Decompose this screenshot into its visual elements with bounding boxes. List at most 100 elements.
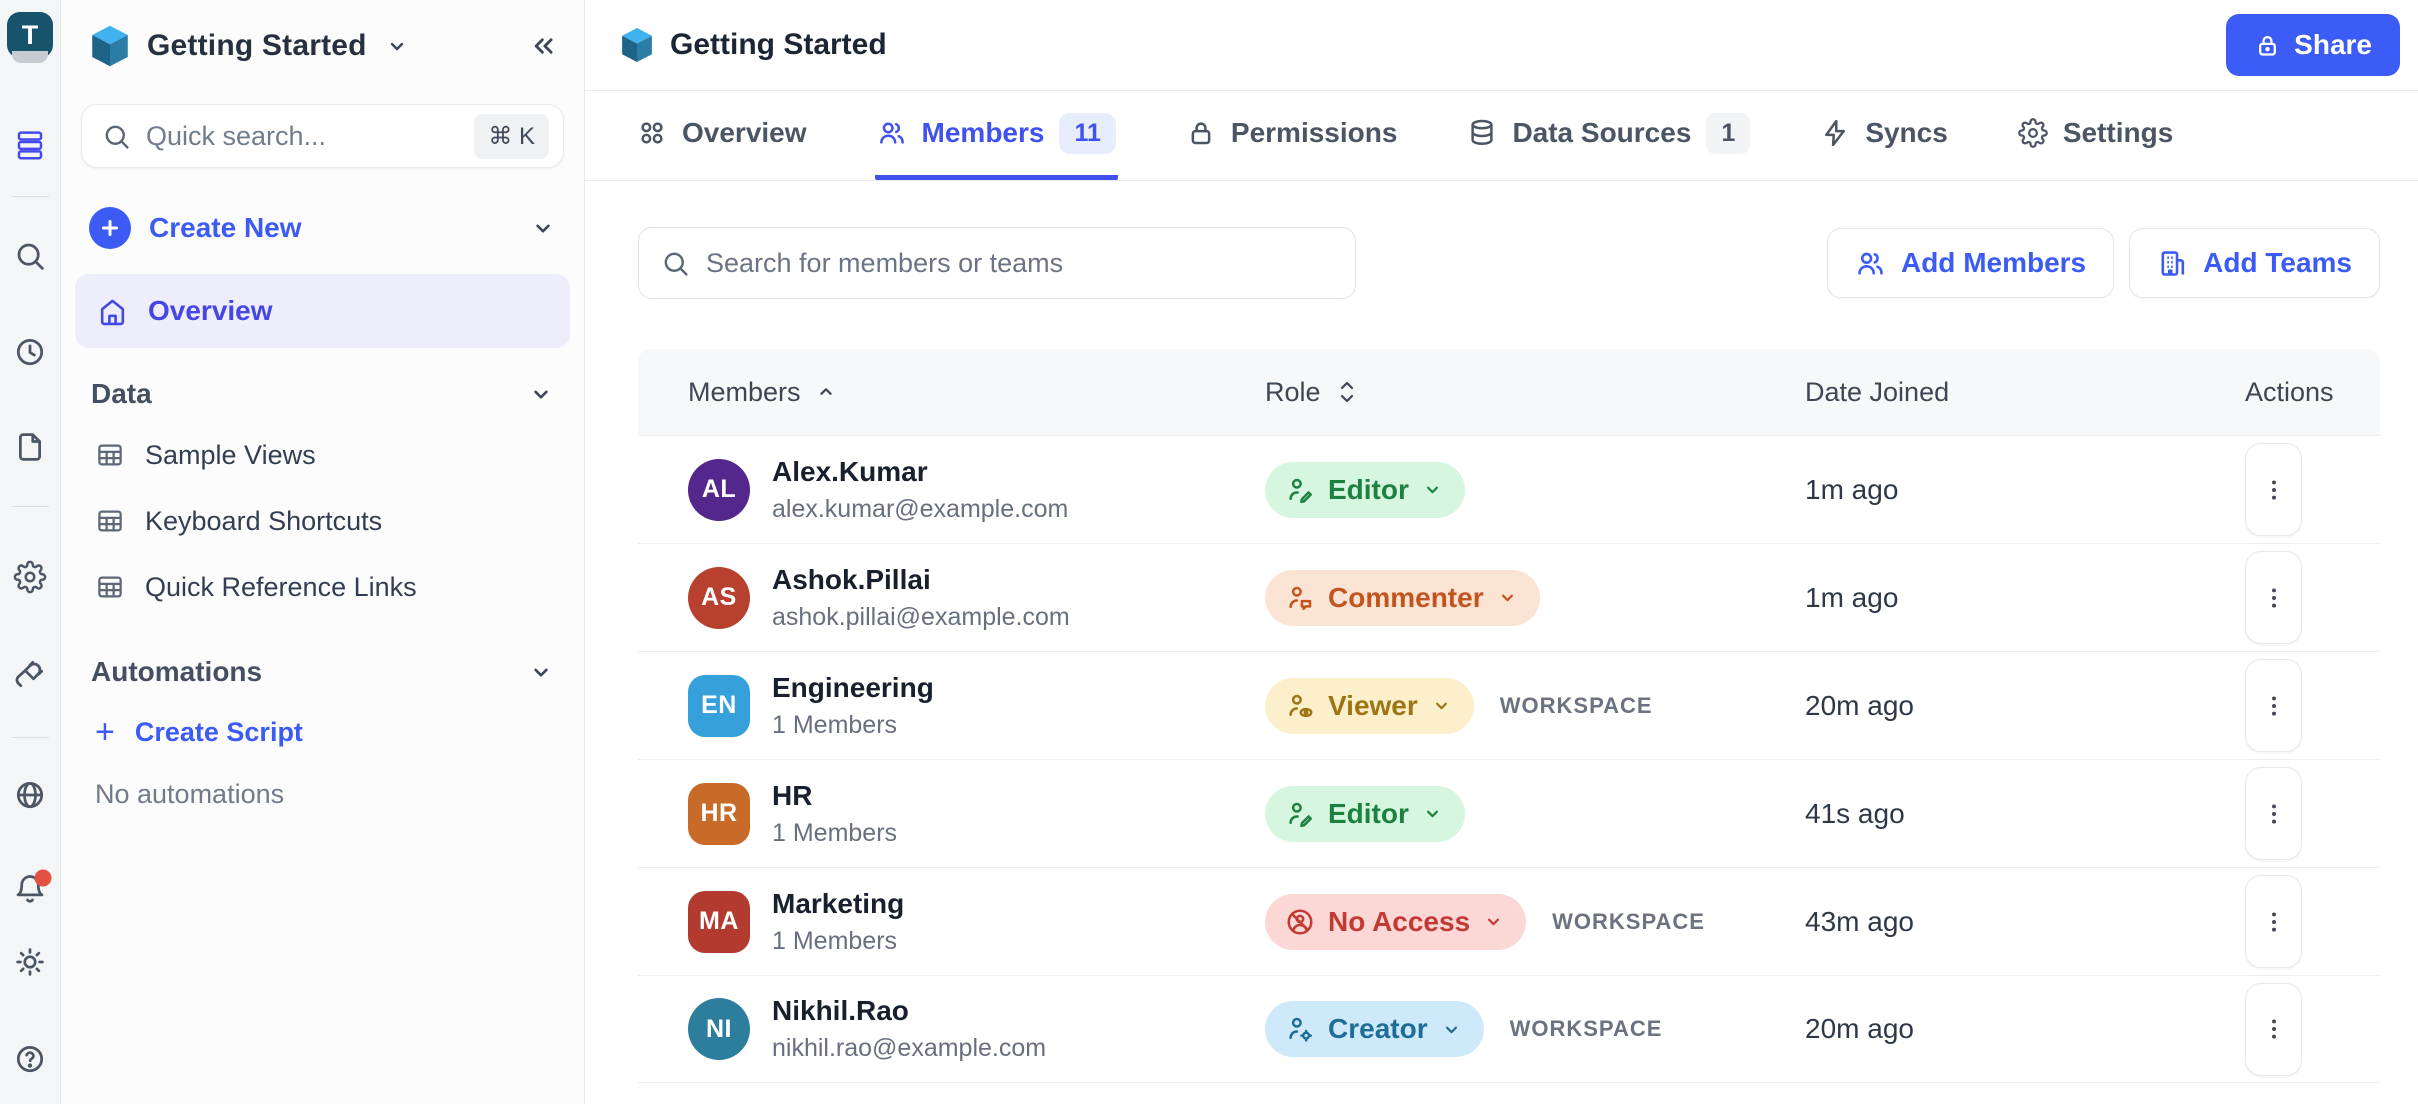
plus-circle-icon bbox=[89, 207, 131, 249]
row-actions-button[interactable] bbox=[2245, 875, 2302, 968]
sidebar-item-overview[interactable]: Overview bbox=[75, 274, 570, 348]
member-email: nikhil.rao@example.com bbox=[772, 1034, 1047, 1062]
help-icon[interactable] bbox=[14, 1043, 47, 1076]
team-member-count: 1 Members bbox=[772, 710, 898, 739]
role-dropdown[interactable]: No Access bbox=[1265, 893, 1527, 950]
collapse-sidebar-icon[interactable] bbox=[528, 31, 558, 61]
table-row: AS Ashok.Pillai ashok.pillai@example.com… bbox=[638, 543, 2380, 651]
plus-icon: + bbox=[95, 713, 115, 751]
icon-rail: T bbox=[0, 0, 61, 1104]
chevron-down-icon bbox=[1426, 810, 1438, 818]
tab-settings[interactable]: Settings bbox=[2016, 91, 2175, 180]
quick-search-field[interactable] bbox=[146, 120, 460, 152]
document-icon[interactable] bbox=[14, 431, 47, 464]
create-script-button[interactable]: + Create Script bbox=[61, 700, 584, 764]
row-actions-button[interactable] bbox=[2245, 982, 2302, 1076]
gear-icon bbox=[2017, 118, 2048, 148]
role-dropdown[interactable]: Editor bbox=[1265, 461, 1465, 518]
clock-icon[interactable] bbox=[14, 336, 47, 369]
tab-bar: Overview Members 11 Permissions Data Sou… bbox=[585, 91, 2418, 181]
tab-syncs[interactable]: Syncs bbox=[1818, 91, 1950, 180]
workspace-name: Getting Started bbox=[147, 29, 367, 62]
plug-icon[interactable] bbox=[14, 658, 47, 691]
workspace-cube-icon bbox=[92, 25, 128, 67]
sidebar: Getting Started ⌘ K Create New Overv bbox=[61, 0, 585, 1104]
kebab-icon bbox=[2271, 479, 2276, 500]
chevron-down-icon bbox=[1426, 486, 1438, 494]
column-label: Actions bbox=[2245, 376, 2334, 407]
tab-members[interactable]: Members 11 bbox=[874, 91, 1118, 180]
share-button[interactable]: Share bbox=[2226, 14, 2400, 76]
role-editor-icon bbox=[1289, 478, 1312, 503]
avatar: HR bbox=[688, 782, 750, 845]
column-header-actions: Actions bbox=[2245, 377, 2356, 408]
role-dropdown[interactable]: Editor bbox=[1265, 785, 1465, 842]
sidebar-section-automations[interactable]: Automations bbox=[61, 644, 584, 700]
notification-bell-icon[interactable] bbox=[14, 869, 52, 907]
tab-overview[interactable]: Overview bbox=[635, 91, 809, 180]
sun-icon[interactable] bbox=[14, 946, 47, 979]
row-actions-button[interactable] bbox=[2245, 767, 2302, 860]
column-header-role[interactable]: Role bbox=[1265, 377, 1805, 408]
members-toolbar: Add Members Add Teams bbox=[638, 227, 2380, 299]
add-teams-button[interactable]: Add Teams bbox=[2129, 228, 2380, 298]
quick-search-input[interactable]: ⌘ K bbox=[81, 104, 564, 168]
table-header: Members Role Date Joined Actions bbox=[638, 349, 2380, 435]
sidebar-section-data[interactable]: Data bbox=[61, 366, 584, 422]
date-joined: 1m ago bbox=[1805, 473, 1899, 505]
tab-permissions[interactable]: Permissions bbox=[1184, 91, 1400, 180]
avatar: NI bbox=[688, 998, 750, 1060]
row-actions-button[interactable] bbox=[2245, 659, 2302, 752]
add-members-button[interactable]: Add Members bbox=[1826, 228, 2115, 298]
role-dropdown[interactable]: Creator bbox=[1265, 1001, 1484, 1057]
sidebar-item-keyboard-shortcuts[interactable]: Keyboard Shortcuts bbox=[61, 488, 584, 554]
kebab-icon bbox=[2271, 587, 2276, 608]
team-name: HR bbox=[772, 779, 813, 811]
member-search-field[interactable] bbox=[706, 247, 1335, 279]
tab-label: Settings bbox=[2062, 117, 2174, 148]
tab-label: Permissions bbox=[1230, 117, 1398, 148]
sidebar-item-label: Keyboard Shortcuts bbox=[145, 505, 383, 536]
sidebar-item-quick-reference-links[interactable]: Quick Reference Links bbox=[61, 554, 584, 620]
column-header-date-joined: Date Joined bbox=[1805, 377, 2245, 408]
tab-data-sources[interactable]: Data Sources 1 bbox=[1465, 91, 1752, 180]
role-dropdown[interactable]: Viewer bbox=[1265, 677, 1474, 734]
row-actions-button[interactable] bbox=[2245, 443, 2302, 536]
create-new-label: Create New bbox=[149, 212, 302, 243]
users-icon bbox=[879, 122, 904, 144]
database-icon bbox=[1471, 119, 1494, 146]
sidebar-item-label: Overview bbox=[148, 295, 273, 326]
grid-dots-icon bbox=[641, 122, 663, 144]
member-email: alex.kumar@example.com bbox=[772, 494, 1069, 523]
role-label: Viewer bbox=[1328, 689, 1418, 721]
app-window: T Getting Started Quick search... ⌘ K Cr… bbox=[0, 0, 2418, 1104]
role-dropdown[interactable]: Commenter bbox=[1265, 569, 1540, 626]
date-joined: 20m ago bbox=[1805, 1013, 1914, 1044]
sidebar-item-sample-views[interactable]: Sample Views bbox=[61, 422, 584, 488]
role-label: No Access bbox=[1328, 905, 1471, 937]
rail-divider bbox=[12, 737, 49, 738]
app-logo[interactable]: T bbox=[7, 12, 53, 63]
globe-icon[interactable] bbox=[14, 779, 47, 812]
workspace-badge: WORKSPACE bbox=[1499, 692, 1653, 718]
members-table: Members Role Date Joined Actions AL Alex… bbox=[638, 349, 2380, 1083]
workspace-switcher[interactable]: Getting Started bbox=[61, 0, 584, 92]
role-label: Commenter bbox=[1328, 581, 1484, 613]
chevron-down-icon bbox=[528, 659, 554, 685]
page-title: Getting Started bbox=[670, 28, 887, 61]
create-new-button[interactable]: Create New bbox=[61, 196, 584, 260]
date-joined: 41s ago bbox=[1805, 797, 1905, 829]
table-row: AL Alex.Kumar alex.kumar@example.com Edi… bbox=[638, 435, 2380, 543]
gear-icon[interactable] bbox=[13, 560, 47, 594]
layers-icon[interactable] bbox=[14, 129, 47, 162]
member-search-input[interactable] bbox=[638, 227, 1356, 299]
row-actions-button[interactable] bbox=[2245, 551, 2302, 644]
avatar: MA bbox=[688, 890, 750, 953]
lock-icon bbox=[2259, 35, 2277, 56]
table-icon bbox=[98, 576, 122, 598]
date-joined: 43m ago bbox=[1805, 905, 1914, 937]
column-label: Members bbox=[688, 376, 801, 407]
search-icon[interactable] bbox=[14, 240, 47, 273]
column-header-members[interactable]: Members bbox=[688, 377, 1265, 408]
role-viewer-icon bbox=[1289, 694, 1313, 717]
